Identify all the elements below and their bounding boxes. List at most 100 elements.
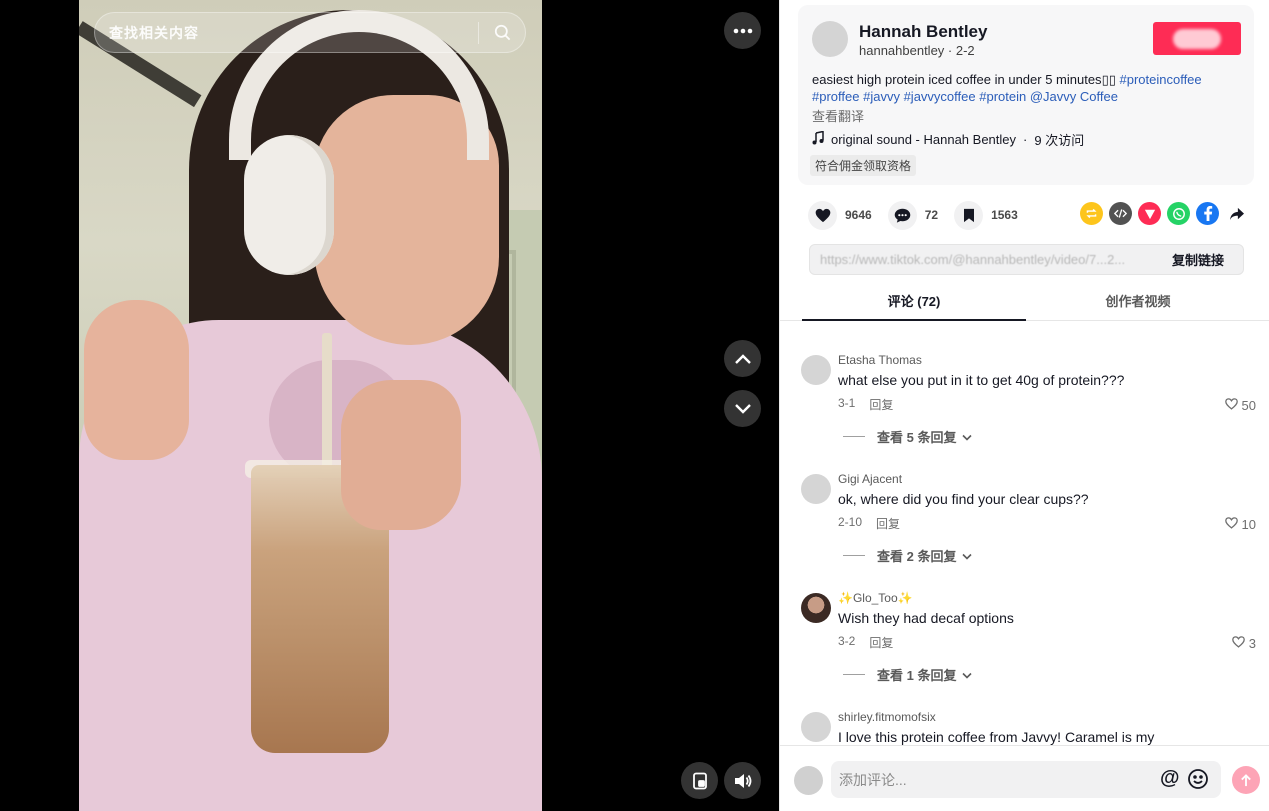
send-icon[interactable] <box>1138 202 1161 225</box>
comment-date: 3-1 <box>838 396 856 410</box>
share-link-box: https://www.tiktok.com/@hannahbentley/vi… <box>809 244 1244 275</box>
chevron-down-icon[interactable] <box>724 390 761 427</box>
caption-text: easiest high protein iced coffee in unde… <box>812 72 1102 87</box>
heart-icon <box>808 200 837 230</box>
hashtag-link[interactable]: #javvycoffee <box>904 89 976 104</box>
comment-like-button[interactable]: 50 <box>1224 398 1256 413</box>
share-arrow-icon[interactable] <box>1225 202 1248 225</box>
share-icons <box>1080 202 1248 225</box>
hashtag-link[interactable]: #protein <box>979 89 1026 104</box>
facebook-icon[interactable] <box>1196 202 1219 225</box>
tab-creator-videos[interactable]: 创作者视频 <box>1026 285 1250 321</box>
comment-like-button[interactable]: 10 <box>1224 517 1256 532</box>
comment-meta: 2-10 回复 <box>838 515 900 532</box>
volume-icon[interactable] <box>724 762 761 799</box>
search-placeholder[interactable]: 查找相关内容 <box>95 23 478 43</box>
sparkle-icon: ✨ <box>838 591 853 605</box>
video-player[interactable] <box>79 0 542 811</box>
eligibility-badge: 符合佣金领取资格 <box>810 155 917 176</box>
emoji-icon[interactable] <box>1187 768 1209 790</box>
commenter-avatar[interactable] <box>801 355 831 385</box>
comment-button[interactable]: 72 <box>887 200 939 230</box>
video-search-bar[interactable]: 查找相关内容 <box>94 12 526 53</box>
chevron-down-icon <box>962 548 973 563</box>
picture-in-picture-icon[interactable] <box>681 762 718 799</box>
save-button[interactable]: 1563 <box>954 200 1018 230</box>
tab-comments[interactable]: 评论 (72) <box>802 285 1026 321</box>
commenter-name[interactable]: shirley.fitmomofsix <box>838 710 936 724</box>
details-panel: Hannah Bentley hannahbentley · 2-2 easie… <box>779 0 1269 811</box>
divider-line <box>843 555 865 556</box>
like-button[interactable]: 9646 <box>808 200 872 230</box>
bookmark-icon <box>954 200 984 230</box>
comment-item: shirley.fitmomofsix I love this protein … <box>801 710 1256 745</box>
commenter-avatar[interactable] <box>801 474 831 504</box>
translate-link[interactable]: 查看翻译 <box>812 106 864 125</box>
comment-text: ok, where did you find your clear cups?? <box>838 491 1089 507</box>
comment-item: Gigi Ajacent ok, where did you find your… <box>801 472 1256 572</box>
comment-text: what else you put in it to get 40g of pr… <box>838 372 1125 388</box>
sound-row[interactable]: original sound - Hannah Bentley · 9 次访问 <box>812 130 1084 149</box>
divider-line <box>843 674 865 675</box>
commenter-avatar[interactable] <box>801 593 831 623</box>
divider-line <box>843 436 865 437</box>
comment-date: 2-10 <box>838 515 863 529</box>
comment-like-count: 10 <box>1241 517 1256 532</box>
commenter-avatar[interactable] <box>801 712 831 742</box>
chevron-down-icon <box>962 429 973 444</box>
mention-button[interactable]: @ <box>1160 767 1180 790</box>
view-replies-label: 查看 2 条回复 <box>877 549 957 564</box>
author-meta: hannahbentley · 2-2 <box>859 43 975 58</box>
comment-text: I love this protein coffee from Javvy! C… <box>838 729 1155 745</box>
commenter-name-text: Glo_Too <box>852 591 898 605</box>
save-count: 1563 <box>991 208 1018 222</box>
headphone-cup <box>244 135 334 275</box>
more-dots-icon[interactable] <box>724 12 761 49</box>
repost-icon[interactable] <box>1080 202 1103 225</box>
app-root: 查找相关内容 Hannah Bentley hannahbentley · 2-… <box>0 0 1269 811</box>
sound-title[interactable]: original sound - Hannah Bentley <box>831 132 1016 147</box>
view-replies-button[interactable]: 查看 5 条回复 <box>843 427 973 446</box>
reply-button[interactable]: 回复 <box>876 515 900 532</box>
chevron-up-icon[interactable] <box>724 340 761 377</box>
comment-list: Etasha Thomas what else you put in it to… <box>780 322 1269 745</box>
copy-link-button[interactable]: 复制链接 <box>1153 250 1243 269</box>
tab-bar: 评论 (72) 创作者视频 <box>780 285 1269 321</box>
commenter-name[interactable]: ✨Glo_Too✨ <box>838 591 913 605</box>
left-hand <box>84 300 189 460</box>
heart-outline-icon <box>1231 636 1245 651</box>
sound-separator: · <box>1023 132 1028 147</box>
reply-button[interactable]: 回复 <box>869 634 893 651</box>
comment-composer: @ <box>780 745 1269 811</box>
comment-meta: 3-1 回复 <box>838 396 893 413</box>
right-hand <box>341 380 461 530</box>
embed-icon[interactable] <box>1109 202 1132 225</box>
author-handle[interactable]: hannahbentley <box>859 43 944 58</box>
comment-meta: 3-2 回复 <box>838 634 893 651</box>
view-replies-button[interactable]: 查看 2 条回复 <box>843 546 973 565</box>
search-icon[interactable] <box>479 12 525 53</box>
reply-button[interactable]: 回复 <box>869 396 893 413</box>
hashtag-link[interactable]: #javvy <box>863 89 900 104</box>
author-name[interactable]: Hannah Bentley <box>859 22 987 42</box>
hashtag-link[interactable]: #proffee <box>812 89 859 104</box>
comment-count: 72 <box>924 208 939 222</box>
comment-item: ✨Glo_Too✨ Wish they had decaf options 3-… <box>801 591 1256 691</box>
comment-like-button[interactable]: 3 <box>1231 636 1256 651</box>
post-date: 2-2 <box>955 43 975 58</box>
comment-date: 3-2 <box>838 634 856 648</box>
author-avatar[interactable] <box>812 21 848 57</box>
view-replies-button[interactable]: 查看 1 条回复 <box>843 665 973 684</box>
share-link-text[interactable]: https://www.tiktok.com/@hannahbentley/vi… <box>810 252 1153 267</box>
follow-button[interactable] <box>1153 22 1241 55</box>
chevron-down-icon <box>962 667 973 682</box>
video-pane: 查找相关内容 <box>0 0 779 811</box>
heart-outline-icon <box>1224 517 1238 532</box>
hashtag-link[interactable]: #proteincoffee <box>1119 72 1201 87</box>
whatsapp-icon[interactable] <box>1167 202 1190 225</box>
straw <box>322 333 332 473</box>
post-comment-button[interactable] <box>1232 766 1260 794</box>
commenter-name[interactable]: Etasha Thomas <box>838 353 922 367</box>
mention-link[interactable]: @Javvy Coffee <box>1030 89 1118 104</box>
commenter-name[interactable]: Gigi Ajacent <box>838 472 902 486</box>
